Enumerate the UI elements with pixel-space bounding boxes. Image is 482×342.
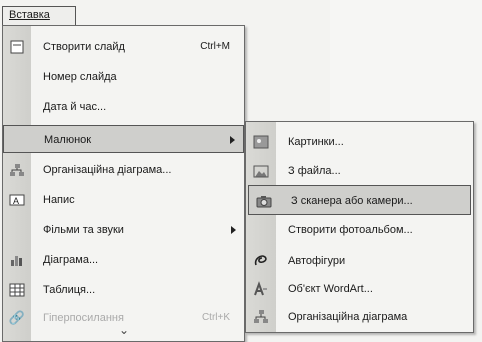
menu-item-label: Дата й час... — [43, 101, 107, 113]
menu-item-label: Створити слайд — [43, 41, 125, 53]
menu-item-label: Напис — [43, 194, 75, 206]
submenu-item-org-chart[interactable]: Організаційна діаграма — [246, 302, 473, 332]
menu-insert[interactable]: Вставка — [2, 6, 76, 25]
menu-item-movies-sounds[interactable]: Фільми та звуки — [3, 216, 244, 244]
expand-menu-icon[interactable]: ⌄ — [119, 323, 129, 337]
menu-item-label: Організаційна діаграма... — [43, 164, 172, 176]
wordart-icon — [252, 281, 270, 297]
autoshapes-icon — [252, 253, 270, 269]
submenu-item-new-photo-album[interactable]: Створити фотоальбом... — [246, 215, 473, 245]
submenu-item-from-scanner-camera[interactable]: З сканера або камери... — [248, 185, 471, 215]
text-box-icon: A — [8, 192, 26, 208]
menu-item-org-chart[interactable]: Організаційна діаграма... — [3, 156, 244, 184]
menu-item-new-slide[interactable]: Створити слайд Ctrl+M — [3, 33, 244, 61]
org-chart-icon — [252, 309, 270, 325]
menu-item-table[interactable]: Таблиця... — [3, 276, 244, 304]
submenu-item-label: З сканера або камери... — [291, 195, 413, 207]
chart-icon — [8, 252, 26, 268]
menu-item-label: Гіперпосилання — [43, 312, 124, 324]
submenu-item-label: Створити фотоальбом... — [288, 224, 413, 236]
picture-submenu: Картинки... З файла... З сканера або кам… — [245, 121, 474, 333]
submenu-item-label: Автофігури — [288, 255, 346, 267]
clip-art-icon — [252, 134, 270, 150]
menu-item-date-time[interactable]: Дата й час... — [3, 93, 244, 121]
submenu-item-wordart[interactable]: Об'єкт WordArt... — [246, 274, 473, 304]
shortcut-label: Ctrl+M — [200, 41, 230, 52]
svg-text:A: A — [13, 196, 19, 206]
submenu-arrow-icon — [230, 136, 235, 144]
submenu-item-from-file[interactable]: З файла... — [246, 156, 473, 186]
menu-item-label: Фільми та звуки — [43, 224, 124, 236]
from-file-icon — [252, 163, 270, 179]
menu-item-label: Малюнок — [44, 134, 92, 146]
new-slide-icon — [8, 39, 26, 55]
table-icon — [8, 282, 26, 298]
menu-item-label: Діаграма... — [43, 254, 99, 266]
submenu-item-label: Картинки... — [288, 136, 344, 148]
menu-item-slide-number[interactable]: Номер слайда — [3, 63, 244, 91]
shortcut-label: Ctrl+K — [201, 312, 230, 323]
submenu-item-autoshapes[interactable]: Автофігури — [246, 246, 473, 276]
submenu-item-label: Об'єкт WordArt... — [288, 283, 373, 295]
menu-item-text-box[interactable]: A Напис — [3, 186, 244, 214]
insert-dropdown-menu: Створити слайд Ctrl+M Номер слайда Дата … — [2, 25, 245, 342]
menu-item-chart[interactable]: Діаграма... — [3, 246, 244, 274]
hyperlink-icon: 🔗 — [8, 310, 26, 325]
submenu-item-clip-art[interactable]: Картинки... — [246, 127, 473, 157]
background-slide-area — [330, 0, 482, 120]
menu-item-picture[interactable]: Малюнок — [3, 125, 244, 153]
menu-insert-label: Вставка — [9, 9, 50, 21]
menu-item-label: Номер слайда — [43, 71, 117, 83]
menu-item-label: Таблиця... — [43, 284, 96, 296]
submenu-item-label: Організаційна діаграма — [288, 311, 408, 323]
submenu-item-label: З файла... — [288, 165, 341, 177]
org-chart-icon — [8, 162, 26, 178]
scanner-camera-icon — [255, 193, 273, 209]
submenu-arrow-icon — [231, 226, 236, 234]
